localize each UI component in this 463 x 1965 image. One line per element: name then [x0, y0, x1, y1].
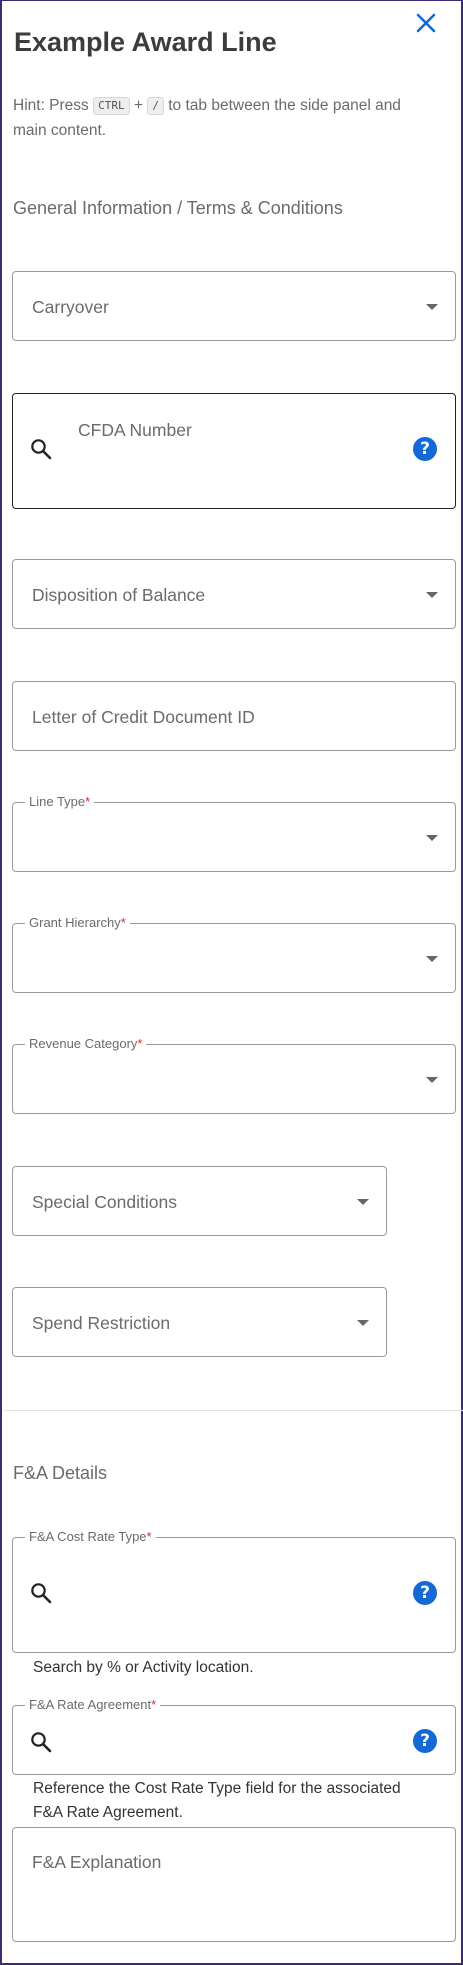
- help-icon[interactable]: ?: [413, 437, 437, 461]
- search-icon: [31, 1583, 52, 1604]
- fa-rate-agreement-label: F&A Rate Agreement*: [25, 1697, 161, 1713]
- section-general-heading: General Information / Terms & Conditions: [13, 198, 343, 218]
- side-panel: Example Award Line Hint: Press CTRL + / …: [0, 0, 463, 1965]
- disposition-of-balance-select[interactable]: Disposition of Balance: [12, 559, 456, 629]
- spend-restriction-label: Spend Restriction: [32, 1313, 171, 1333]
- cfda-number-label: CFDA Number: [78, 420, 192, 440]
- fa-rate-agreement-search[interactable]: F&A Rate Agreement* ?: [12, 1697, 456, 1775]
- revenue-category-label: Revenue Category*: [25, 1036, 147, 1052]
- chevron-down-icon: [426, 1077, 438, 1083]
- line-type-select[interactable]: Line Type*: [12, 794, 456, 872]
- hint-prefix: Hint: Press: [13, 97, 89, 114]
- disposition-label: Disposition of Balance: [32, 585, 206, 605]
- cfda-number-search[interactable]: CFDA Number ?: [12, 393, 456, 509]
- search-icon: [31, 439, 52, 460]
- chevron-down-icon: [357, 1199, 369, 1205]
- revenue-category-select[interactable]: Revenue Category*: [12, 1036, 456, 1114]
- spend-restriction-select[interactable]: Spend Restriction: [12, 1287, 387, 1357]
- chevron-down-icon: [426, 956, 438, 962]
- kbd-slash: /: [147, 97, 164, 115]
- special-conditions-label: Special Conditions: [32, 1192, 177, 1212]
- grant-hierarchy-select[interactable]: Grant Hierarchy*: [12, 915, 456, 993]
- fa-explanation-textarea[interactable]: F&A Explanation: [12, 1827, 456, 1942]
- carryover-select[interactable]: Carryover: [12, 271, 456, 341]
- fa-cost-rate-type-helper: Search by % or Activity location.: [33, 1659, 254, 1676]
- fa-rate-agreement-helper: Reference the Cost Rate Type field for t…: [33, 1780, 401, 1821]
- fa-explanation-label: F&A Explanation: [32, 1852, 162, 1872]
- section-divider: [4, 1410, 463, 1411]
- section-fa-heading: F&A Details: [13, 1463, 108, 1483]
- keyboard-hint: Hint: Press CTRL + / to tab between the …: [13, 93, 433, 143]
- fa-cost-rate-type-search[interactable]: F&A Cost Rate Type* ?: [12, 1529, 456, 1653]
- search-icon: [31, 1732, 52, 1753]
- help-icon[interactable]: ?: [413, 1581, 437, 1605]
- chevron-down-icon: [357, 1320, 369, 1326]
- panel-title: Example Award Line: [14, 27, 277, 57]
- chevron-down-icon: [426, 304, 438, 310]
- kbd-ctrl: CTRL: [93, 97, 130, 115]
- close-icon[interactable]: [412, 9, 440, 37]
- fa-cost-rate-type-label: F&A Cost Rate Type*: [25, 1529, 156, 1545]
- chevron-down-icon: [426, 835, 438, 841]
- hint-plus: +: [133, 97, 143, 114]
- letter-of-credit-label: Letter of Credit Document ID: [32, 707, 255, 727]
- grant-hierarchy-label: Grant Hierarchy*: [25, 915, 130, 931]
- special-conditions-select[interactable]: Special Conditions: [12, 1166, 387, 1236]
- chevron-down-icon: [426, 592, 438, 598]
- line-type-label: Line Type*: [25, 794, 95, 810]
- letter-of-credit-input[interactable]: Letter of Credit Document ID: [12, 681, 456, 751]
- help-icon[interactable]: ?: [413, 1729, 437, 1753]
- carryover-label: Carryover: [32, 297, 109, 317]
